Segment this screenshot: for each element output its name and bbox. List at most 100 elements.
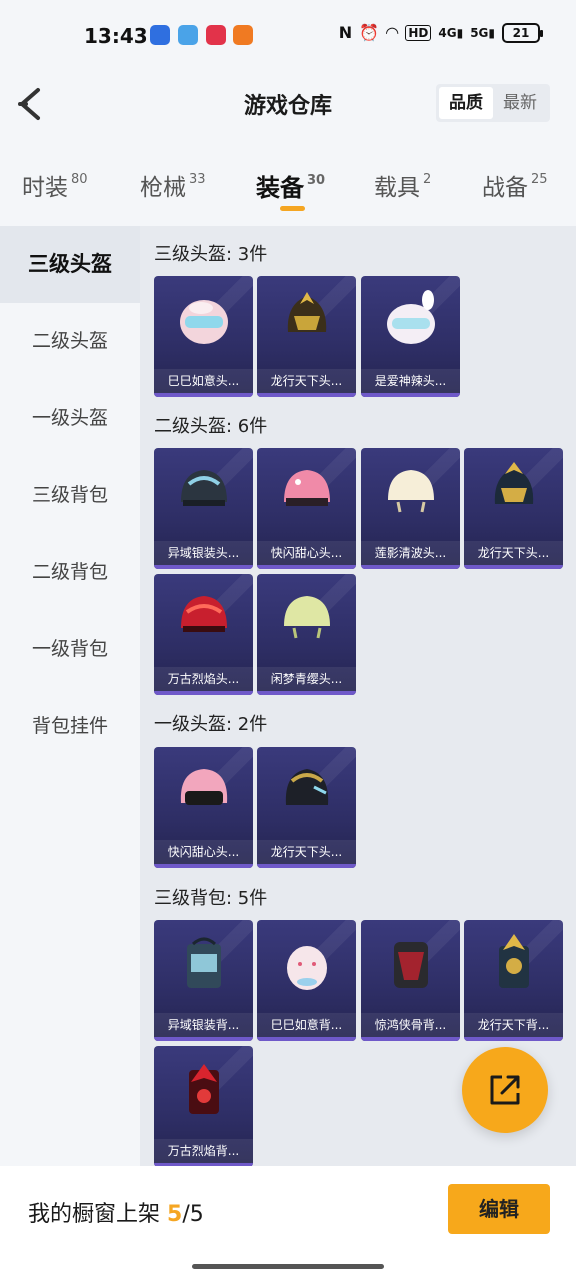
item-name: 巳巳如意背... bbox=[257, 1013, 356, 1037]
item-card[interactable]: 万古烈焰背... bbox=[154, 1046, 253, 1166]
helmet-icon bbox=[283, 470, 330, 506]
item-name: 惊鸿侠骨背... bbox=[361, 1013, 460, 1037]
sort-newest-button[interactable]: 最新 bbox=[493, 87, 547, 119]
item-name: 巳巳如意头... bbox=[154, 369, 253, 393]
sidenav-item-backpack-pendant[interactable]: 背包挂件 bbox=[0, 688, 140, 765]
backpack-icon bbox=[186, 937, 221, 988]
helmet-icon bbox=[287, 292, 326, 332]
item-name: 异域银装头... bbox=[154, 541, 253, 565]
item-name: 闲梦青缨头... bbox=[257, 667, 356, 691]
signal-4g-icon: 4G▮ bbox=[438, 26, 464, 40]
battery-icon: 21 bbox=[502, 23, 543, 43]
backpack-icon bbox=[188, 1064, 219, 1114]
item-name: 龙行天下头... bbox=[464, 541, 563, 565]
backpack-icon bbox=[498, 934, 529, 988]
item-card[interactable]: 异域银装背... bbox=[154, 920, 253, 1041]
wifi-icon: ◠ bbox=[386, 23, 399, 42]
helmet-icon bbox=[386, 290, 435, 344]
sidenav-item-level1-helmet[interactable]: 一级头盔 bbox=[0, 380, 140, 457]
helmet-icon bbox=[180, 596, 227, 632]
backpack-icon bbox=[286, 946, 327, 990]
showcase-summary: 我的橱窗上架 5/5 bbox=[28, 1196, 204, 1228]
item-name: 快闪甜心头... bbox=[154, 840, 253, 864]
item-card[interactable]: 莲影清波头... bbox=[361, 448, 460, 569]
item-card[interactable]: 巳巳如意背... bbox=[257, 920, 356, 1041]
tab-supplies[interactable]: 战备 25 bbox=[482, 168, 548, 202]
item-grid: 三级头盔: 3件 巳巳如意头... 龙行天下头... 是爱神辣头... 二级头盔… bbox=[140, 226, 576, 1166]
weather-app-icon bbox=[178, 25, 198, 45]
helmet-icon bbox=[285, 769, 328, 805]
item-card[interactable]: 异域银装头... bbox=[154, 448, 253, 569]
item-name: 万古烈焰头... bbox=[154, 667, 253, 691]
status-bar: 13:43 N ⏰ ◠ HD 4G▮ 5G▮ 21 bbox=[0, 0, 576, 72]
sidenav-item-level3-helmet[interactable]: 三级头盔 bbox=[0, 226, 140, 303]
alarm-icon: ⏰ bbox=[359, 23, 380, 42]
item-card[interactable]: 是爱神辣头... bbox=[361, 276, 460, 397]
grid-app-icon bbox=[233, 25, 253, 45]
item-name: 异域银装背... bbox=[154, 1013, 253, 1037]
tab-count: 2 bbox=[423, 172, 432, 187]
item-name: 龙行天下背... bbox=[464, 1013, 563, 1037]
sort-toggle: 品质 最新 bbox=[436, 84, 550, 122]
music-app-icon bbox=[206, 25, 226, 45]
helmet-icon bbox=[494, 462, 533, 504]
tab-count: 80 bbox=[71, 172, 88, 187]
tab-count: 30 bbox=[307, 173, 326, 188]
item-name: 万古烈焰背... bbox=[154, 1139, 253, 1163]
active-tab-indicator bbox=[280, 206, 305, 211]
tab-count: 25 bbox=[531, 172, 548, 187]
item-card[interactable]: 龙行天下头... bbox=[257, 276, 356, 397]
showcase-label: 我的橱窗上架 bbox=[28, 1202, 161, 1227]
backpack-icon bbox=[393, 942, 428, 988]
sidenav-item-level1-backpack[interactable]: 一级背包 bbox=[0, 611, 140, 688]
section-title: 一级头盔: 2件 bbox=[154, 714, 268, 735]
item-card[interactable]: 龙行天下头... bbox=[464, 448, 563, 569]
helmet-icon bbox=[387, 470, 434, 513]
tab-vehicles[interactable]: 载具 2 bbox=[374, 168, 431, 202]
hd-badge: HD bbox=[405, 25, 432, 41]
signal-5g-icon: 5G▮ bbox=[470, 26, 495, 40]
showcase-separator: / bbox=[182, 1202, 190, 1227]
item-card[interactable]: 惊鸿侠骨背... bbox=[361, 920, 460, 1041]
share-button[interactable] bbox=[462, 1047, 548, 1133]
tab-fashion[interactable]: 时装 80 bbox=[22, 168, 88, 202]
sidenav-item-level2-helmet[interactable]: 二级头盔 bbox=[0, 303, 140, 380]
header: 游戏仓库 品质 最新 bbox=[0, 72, 576, 136]
item-card[interactable]: 快闪甜心头... bbox=[257, 448, 356, 569]
item-card[interactable]: 闲梦青缨头... bbox=[257, 574, 356, 695]
item-card[interactable]: 巳巳如意头... bbox=[154, 276, 253, 397]
sort-quality-button[interactable]: 品质 bbox=[439, 87, 493, 119]
tab-count: 33 bbox=[189, 172, 206, 187]
tab-equipment[interactable]: 装备 30 bbox=[256, 168, 325, 203]
side-nav: 三级头盔 二级头盔 一级头盔 三级背包 二级背包 一级背包 背包挂件 bbox=[0, 226, 140, 1166]
section-title: 三级背包: 5件 bbox=[154, 888, 268, 909]
status-icons: N ⏰ ◠ HD 4G▮ 5G▮ 21 bbox=[338, 22, 543, 44]
clock: 13:43 bbox=[84, 24, 148, 48]
home-indicator[interactable] bbox=[192, 1264, 384, 1269]
item-card[interactable]: 龙行天下头... bbox=[257, 747, 356, 868]
section-title: 二级头盔: 6件 bbox=[154, 416, 268, 437]
footer: 我的橱窗上架 5/5 编辑 bbox=[0, 1166, 576, 1280]
tab-firearms[interactable]: 枪械 33 bbox=[140, 168, 206, 202]
item-name: 龙行天下头... bbox=[257, 840, 356, 864]
sidenav-item-level3-backpack[interactable]: 三级背包 bbox=[0, 457, 140, 534]
item-card[interactable]: 龙行天下背... bbox=[464, 920, 563, 1041]
helmet-icon bbox=[283, 596, 330, 639]
edit-button[interactable]: 编辑 bbox=[448, 1184, 550, 1234]
showcase-current-count: 5 bbox=[167, 1202, 183, 1227]
item-name: 是爱神辣头... bbox=[361, 369, 460, 393]
nfc-icon: N bbox=[338, 23, 353, 42]
showcase-total-count: 5 bbox=[189, 1202, 204, 1227]
shield-app-icon bbox=[150, 25, 170, 45]
sidenav-item-level2-backpack[interactable]: 二级背包 bbox=[0, 534, 140, 611]
item-card[interactable]: 万古烈焰头... bbox=[154, 574, 253, 695]
item-card[interactable]: 快闪甜心头... bbox=[154, 747, 253, 868]
item-name: 快闪甜心头... bbox=[257, 541, 356, 565]
helmet-icon bbox=[179, 300, 228, 344]
item-name: 莲影清波头... bbox=[361, 541, 460, 565]
category-tabs: 时装 80 枪械 33 装备 30 载具 2 战备 25 bbox=[0, 160, 576, 224]
helmet-icon bbox=[180, 769, 227, 805]
helmet-icon bbox=[180, 470, 227, 506]
section-title: 三级头盔: 3件 bbox=[154, 244, 268, 265]
item-name: 龙行天下头... bbox=[257, 369, 356, 393]
